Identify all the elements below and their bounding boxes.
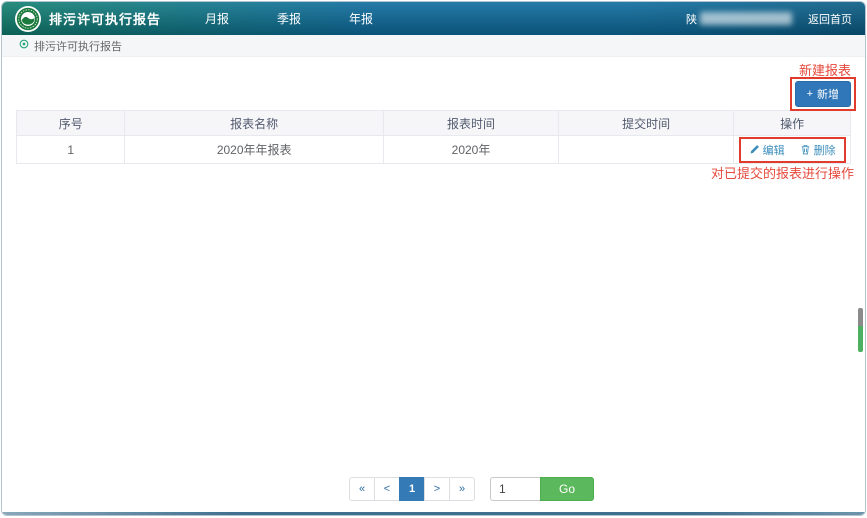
add-report-button[interactable]: + 新增 [795,81,851,107]
table-row: 1 2020年年报表 2020年 编辑 [17,136,851,164]
cell-report-time: 2020年 [383,136,558,164]
top-navbar: 排污许可执行报告 月报 季报 年报 陕 返回首页 [2,2,865,35]
cell-actions: 编辑 删除 [734,136,851,164]
col-header-submit-time: 提交时间 [559,111,734,136]
company-name-prefix: 陕 [686,11,697,27]
main-content: 新建报表 + 新增 序号 报表名称 报表时间 提交时间 操作 [2,57,865,515]
first-page-button[interactable]: « [349,477,375,501]
menu-item-annual-report[interactable]: 年报 [349,10,373,27]
return-home-link[interactable]: 返回首页 [808,11,852,27]
breadcrumb-label: 排污许可执行报告 [34,38,122,54]
main-menu: 月报 季报 年报 [205,10,373,27]
last-page-button[interactable]: » [449,477,475,501]
annotation-box-add-button: + 新增 [790,77,856,111]
go-button[interactable]: Go [540,477,594,501]
trash-icon [800,144,811,155]
scrollbar-thumb-top [858,308,863,326]
cell-report-name: 2020年年报表 [125,136,384,164]
annotation-operate-hint: 对已提交的报表进行操作 [711,163,854,182]
edit-label: 编辑 [763,142,785,158]
add-button-label: 新增 [817,86,839,102]
col-header-index: 序号 [17,111,125,136]
environment-agency-logo-icon [15,6,41,32]
report-table: 序号 报表名称 报表时间 提交时间 操作 1 2020年年报表 2020年 [16,110,851,164]
location-marker-icon [19,39,29,52]
breadcrumb: 排污许可执行报告 [2,35,865,57]
plus-icon: + [807,88,813,100]
page-jump-input[interactable] [490,477,540,501]
app-title: 排污许可执行报告 [49,9,161,28]
delete-label: 删除 [814,142,836,158]
scrollbar-thumb-bottom [858,326,863,352]
prev-page-button[interactable]: < [374,477,400,501]
app-window: 排污许可执行报告 月报 季报 年报 陕 返回首页 排污许可执行报告 新建报表 [1,1,866,516]
cell-index: 1 [17,136,125,164]
page-1-button[interactable]: 1 [399,477,425,501]
edit-button[interactable]: 编辑 [749,142,785,158]
cell-submit-time [559,136,734,164]
next-page-button[interactable]: > [424,477,450,501]
page-jump-group: Go [490,477,594,501]
table-header-row: 序号 报表名称 报表时间 提交时间 操作 [17,111,851,136]
pagination-row: « < 1 > » Go [2,477,865,501]
pager-buttons: « < 1 > » [349,477,475,501]
annotation-box-row-actions: 编辑 删除 [739,137,846,163]
col-header-report-time: 报表时间 [383,111,558,136]
col-header-report-name: 报表名称 [125,111,384,136]
delete-button[interactable]: 删除 [800,142,836,158]
menu-item-quarterly-report[interactable]: 季报 [277,10,301,27]
window-bottom-border [2,512,865,515]
company-name: 陕 [686,11,792,27]
scrollbar-thumb[interactable] [858,308,863,352]
menu-item-monthly-report[interactable]: 月报 [205,10,229,27]
pencil-icon [749,144,760,155]
col-header-actions: 操作 [734,111,851,136]
pagination: « < 1 > » Go [349,477,594,501]
navbar-right: 陕 返回首页 [686,11,852,27]
report-table-wrap: 序号 报表名称 报表时间 提交时间 操作 1 2020年年报表 2020年 [2,57,865,164]
redacted-company-name [700,12,792,25]
